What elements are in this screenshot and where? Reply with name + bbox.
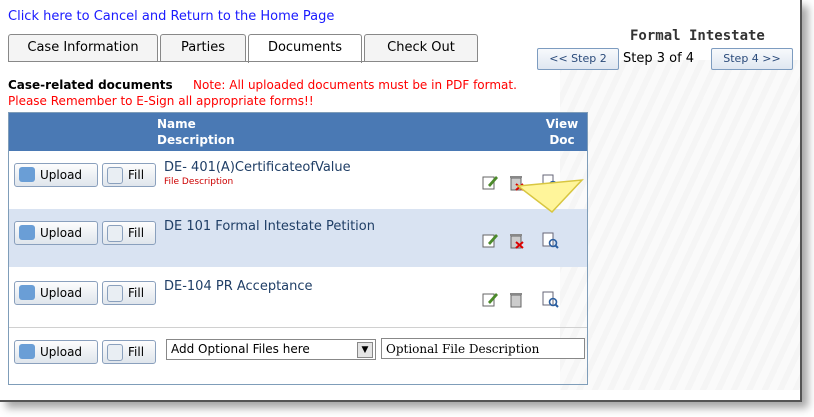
upload-icon [19,285,35,300]
upload-icon [19,344,35,359]
header-doc-label: Doc [549,133,575,147]
tab-documents[interactable]: Documents [248,34,362,63]
fill-button[interactable]: Fill [102,281,156,305]
header-view-label: View [545,117,579,131]
dropdown-arrow-icon[interactable]: ▼ [357,342,373,358]
table-header: Name Description View Doc [9,113,587,151]
table-row: Upload Fill DE 101 Formal Intestate Peti… [9,209,587,267]
tab-check-out[interactable]: Check Out [364,34,478,61]
pdf-note: Note: All uploaded documents must be in … [193,78,517,92]
table-row: Upload Fill DE-104 PR Acceptance [9,267,587,327]
optional-files-select-value: Add Optional Files here [171,342,310,356]
background-image [560,60,800,390]
optional-file-description-input[interactable]: Optional File Description [381,338,585,359]
esign-icon[interactable] [481,231,499,249]
document-name: DE- 401(A)CertificateofValue [164,160,351,175]
header-description-label: Description [157,133,235,147]
fill-icon [107,225,123,242]
fill-button[interactable]: Fill [102,221,156,245]
fill-icon [107,167,123,184]
header-name: Name Description [157,116,235,148]
header-view-doc: View Doc [537,116,587,148]
step-indicator: Step 3 of 4 [623,51,695,66]
upload-icon [19,225,35,240]
view-doc-icon[interactable] [541,290,559,308]
tab-parties[interactable]: Parties [160,34,246,61]
document-name: DE 101 Formal Intestate Petition [164,219,375,234]
wizard-title: Formal Intestate [630,28,765,44]
document-name: DE-104 PR Acceptance [164,279,313,294]
callout-arrow-icon [516,179,584,214]
section-label: Case-related documents [8,78,173,92]
upload-icon [19,167,35,182]
documents-table: Name Description View Doc Upload Fill DE… [8,112,588,385]
upload-button[interactable]: Upload [14,221,98,245]
tab-case-information[interactable]: Case Information [8,34,158,61]
fill-icon [107,285,123,302]
delete-icon[interactable] [507,290,525,308]
cancel-return-home-link[interactable]: Click here to Cancel and Return to the H… [8,9,334,24]
upload-button[interactable]: Upload [14,281,98,305]
prev-step-button[interactable]: << Step 2 [537,48,619,70]
esign-icon[interactable] [481,290,499,308]
optional-files-select[interactable]: Add Optional Files here ▼ [166,339,376,360]
next-step-button[interactable]: Step 4 >> [711,48,793,70]
file-description-label: File Description [164,177,234,187]
esign-icon[interactable] [481,173,499,191]
fill-icon [107,344,123,361]
header-name-label: Name [157,117,196,131]
delete-icon[interactable] [507,231,525,249]
window-frame: Click here to Cancel and Return to the H… [0,0,802,402]
esign-note: Please Remember to E-Sign all appropriat… [8,94,314,108]
fill-button[interactable]: Fill [102,340,156,364]
upload-button[interactable]: Upload [14,163,98,187]
tab-underline [8,61,478,62]
table-row: Upload Fill DE- 401(A)CertificateofValue… [9,151,587,209]
upload-button[interactable]: Upload [14,340,98,364]
fill-button[interactable]: Fill [102,163,156,187]
view-doc-icon[interactable] [541,231,559,249]
